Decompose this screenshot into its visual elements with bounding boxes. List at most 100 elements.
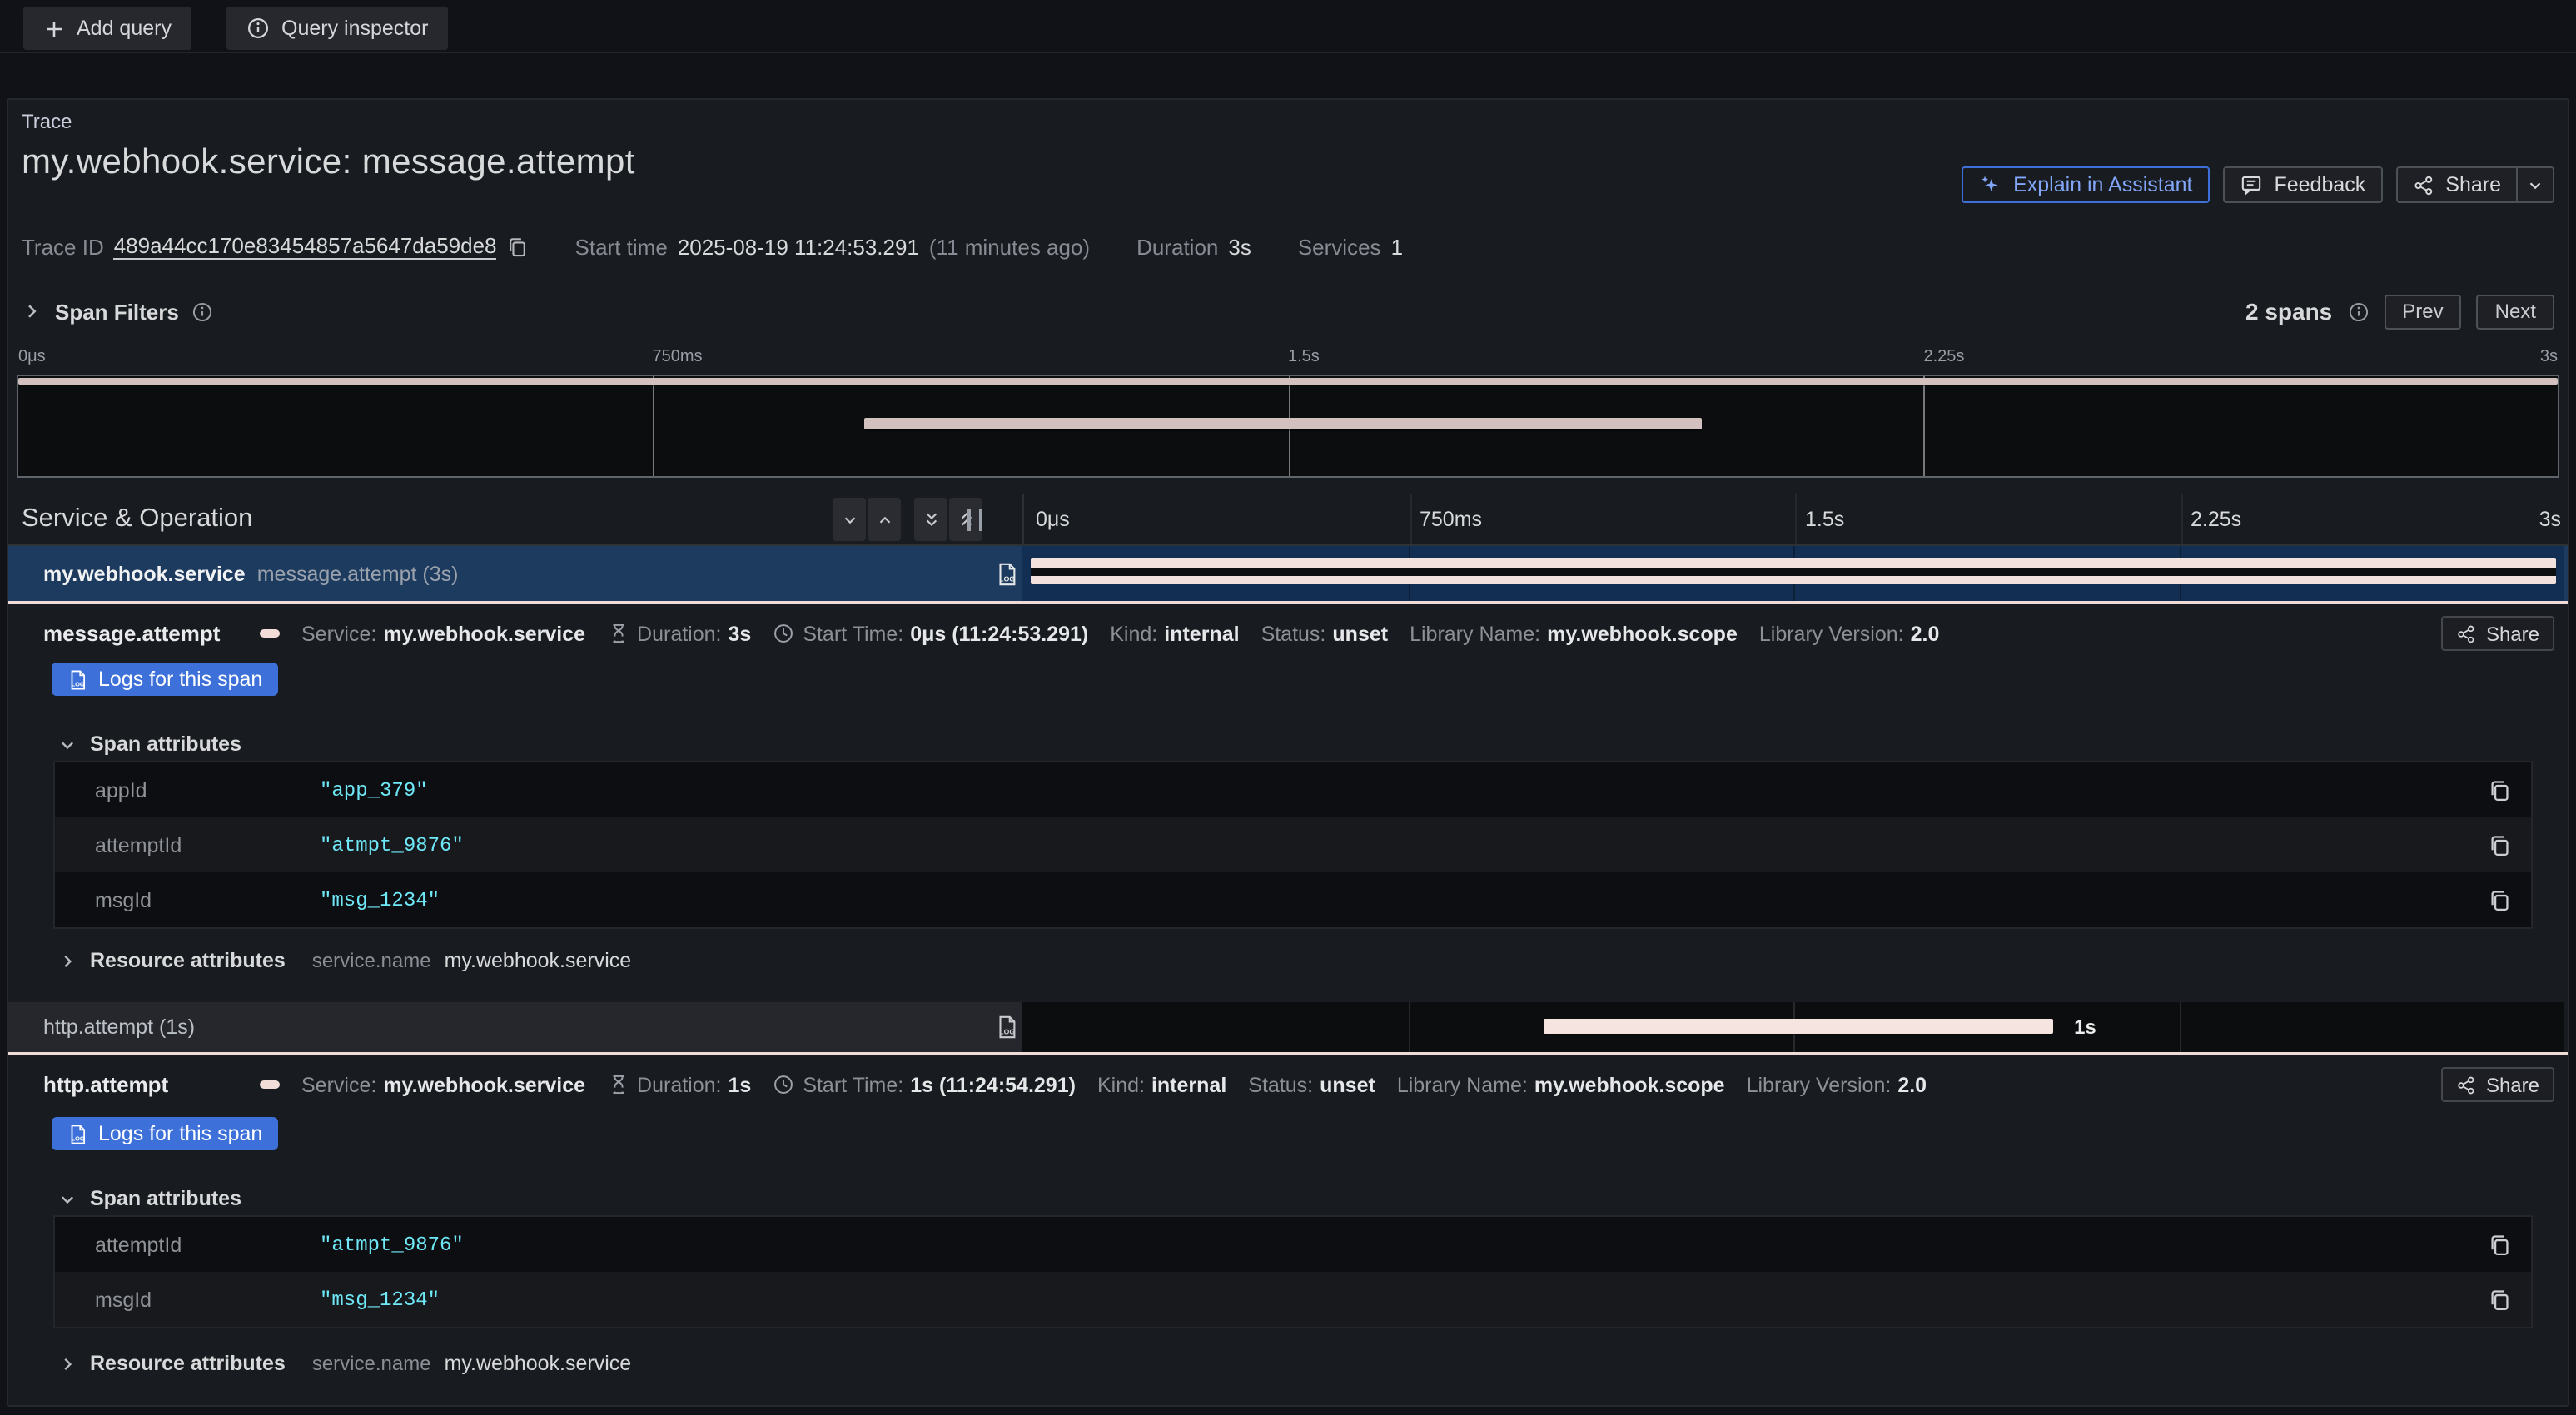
- log-document-icon[interactable]: LOG: [994, 561, 1019, 586]
- attribute-key: attemptId: [55, 833, 320, 856]
- span-filters-bar: Span Filters 2 spans Prev Next: [8, 286, 2568, 336]
- span-color-swatch: [260, 1080, 280, 1089]
- comment-icon: [2239, 173, 2262, 196]
- span-row-http-attempt[interactable]: http.attempt (1s) LOG 1s: [8, 1002, 2568, 1055]
- add-query-button[interactable]: Add query: [23, 7, 191, 50]
- chevron-right-icon: [58, 1354, 77, 1373]
- attribute-row: attemptId "atmpt_9876": [55, 817, 2531, 872]
- share-dropdown-toggle[interactable]: [2518, 166, 2554, 203]
- services-count: 1: [1391, 234, 1403, 259]
- span-row-timeline-cell[interactable]: [1022, 546, 2564, 601]
- span-filters-info-icon[interactable]: [192, 300, 214, 322]
- panel-title: Trace: [22, 110, 72, 133]
- timeline-tick: 2.25s: [2191, 508, 2241, 531]
- logs-for-span-button[interactable]: LOG Logs for this span: [52, 663, 277, 696]
- clock-icon: [773, 623, 794, 644]
- service-operation-header: Service & Operation: [22, 504, 252, 534]
- trace-title: my.webhook.service: message.attempt: [22, 143, 635, 183]
- services-label: Services: [1298, 234, 1381, 259]
- copy-icon[interactable]: [2488, 888, 2511, 911]
- span-row-name-cell[interactable]: my.webhook.service message.attempt (3s): [8, 546, 1022, 601]
- span-attributes-table: appId "app_379" attemptId "atmpt_9876" m…: [53, 761, 2533, 929]
- logs-for-span-button[interactable]: LOG Logs for this span: [52, 1117, 277, 1150]
- feedback-label: Feedback: [2274, 173, 2365, 196]
- span-row-timeline-cell[interactable]: 1s: [1022, 1002, 2564, 1052]
- span-attributes-toggle[interactable]: Span attributes: [58, 732, 241, 756]
- minimap-gridline: [1923, 376, 1925, 476]
- trace-meta: Trace ID 489a44cc170e83454857a5647da59de…: [22, 233, 1403, 260]
- trace-id-value[interactable]: 489a44cc170e83454857a5647da59de8: [114, 233, 497, 260]
- timeline-axis: 0μs 750ms 1.5s 2.25s 3s: [1022, 494, 2566, 544]
- trace-timeline-minimap[interactable]: [17, 375, 2559, 478]
- attribute-value: "app_379": [320, 778, 428, 802]
- share-alt-icon: [2456, 1075, 2476, 1095]
- prev-span-button[interactable]: Prev: [2384, 294, 2461, 329]
- chevron-down-icon: [58, 1189, 77, 1208]
- span-detail-name: http.attempt: [43, 1072, 260, 1097]
- span-count-info-icon[interactable]: [2347, 300, 2369, 322]
- attribute-row: msgId "msg_1234": [55, 872, 2531, 927]
- copy-icon[interactable]: [2488, 1288, 2511, 1311]
- hourglass-icon: [607, 623, 629, 644]
- attribute-key: appId: [55, 778, 320, 802]
- expand-one-button[interactable]: [868, 498, 901, 541]
- collapse-one-button[interactable]: [833, 498, 866, 541]
- svg-text:LOG: LOG: [999, 574, 1015, 583]
- trace-panel: Trace my.webhook.service: message.attemp…: [7, 98, 2569, 1407]
- explain-in-assistant-button[interactable]: Explain in Assistant: [1962, 166, 2209, 203]
- feedback-button[interactable]: Feedback: [2222, 166, 2382, 203]
- attribute-value: "atmpt_9876": [320, 1233, 464, 1256]
- span-share-button[interactable]: Share: [2441, 1067, 2554, 1102]
- svg-text:LOG: LOG: [72, 1134, 85, 1141]
- span-share-button[interactable]: Share: [2441, 616, 2554, 651]
- span-filters-title: Span Filters: [55, 299, 179, 324]
- attribute-value: "msg_1234": [320, 888, 440, 911]
- query-inspector-label: Query inspector: [281, 17, 428, 40]
- resource-attributes-toggle[interactable]: Resource attributes service.name my.webh…: [58, 1352, 631, 1375]
- minimap-span-bar-root: [18, 378, 2558, 385]
- copy-icon[interactable]: [2488, 833, 2511, 856]
- span-detail-fields: Service:my.webhook.service Duration:3s S…: [260, 622, 2441, 645]
- minimap-gridline: [654, 376, 655, 476]
- clock-icon: [773, 1074, 794, 1095]
- span-detail-header: message.attempt Service:my.webhook.servi…: [43, 616, 2554, 651]
- minimap-tick: 2.25s: [1924, 348, 1965, 366]
- span-attributes-table: attemptId "atmpt_9876" msgId "msg_1234": [53, 1215, 2533, 1328]
- hourglass-icon: [607, 1074, 629, 1095]
- span-duration-bar[interactable]: [1030, 558, 2556, 584]
- timeline-tick: 1.5s: [1805, 508, 1844, 531]
- resource-attributes-toggle[interactable]: Resource attributes service.name my.webh…: [58, 949, 631, 972]
- log-document-icon[interactable]: LOG: [994, 1015, 1019, 1040]
- sparkles-icon: [1978, 173, 2002, 196]
- span-filters-expand-icon[interactable]: [22, 301, 42, 321]
- resource-attribute-key: service.name: [312, 949, 431, 972]
- svg-text:LOG: LOG: [72, 679, 85, 687]
- span-row-message-attempt[interactable]: my.webhook.service message.attempt (3s) …: [8, 546, 2568, 604]
- span-operation-name: http.attempt (1s): [43, 1015, 195, 1039]
- copy-icon[interactable]: [2488, 1233, 2511, 1256]
- resource-attribute-key: service.name: [312, 1352, 431, 1375]
- span-duration-bar[interactable]: [1544, 1019, 2054, 1034]
- minimap-span-bar-child: [864, 418, 1703, 429]
- explain-label: Explain in Assistant: [2013, 173, 2192, 196]
- copy-icon[interactable]: [2488, 778, 2511, 802]
- timeline-column-header: Service & Operation 0μs 750ms 1.5s: [8, 494, 2568, 546]
- duration-label: Duration: [1136, 234, 1218, 259]
- query-inspector-button[interactable]: Query inspector: [226, 7, 448, 50]
- share-label: Share: [2445, 173, 2501, 196]
- minimap-tick: 1.5s: [1288, 348, 1320, 366]
- span-attributes-toggle[interactable]: Span attributes: [58, 1187, 241, 1210]
- next-span-button[interactable]: Next: [2477, 294, 2554, 329]
- attribute-key: msgId: [55, 1288, 320, 1311]
- share-button-group: Share: [2395, 166, 2554, 203]
- resource-attribute-value: my.webhook.service: [445, 949, 632, 972]
- span-detail-name: message.attempt: [43, 621, 260, 646]
- svg-text:LOG: LOG: [999, 1028, 1015, 1036]
- duration-value: 3s: [1228, 234, 1251, 259]
- column-resize-grip[interactable]: [967, 509, 982, 531]
- add-query-label: Add query: [77, 17, 172, 40]
- share-button[interactable]: Share: [2395, 166, 2518, 203]
- copy-trace-id-icon[interactable]: [507, 236, 529, 257]
- collapse-all-button[interactable]: [914, 498, 947, 541]
- span-row-name-cell[interactable]: http.attempt (1s): [8, 1002, 1022, 1052]
